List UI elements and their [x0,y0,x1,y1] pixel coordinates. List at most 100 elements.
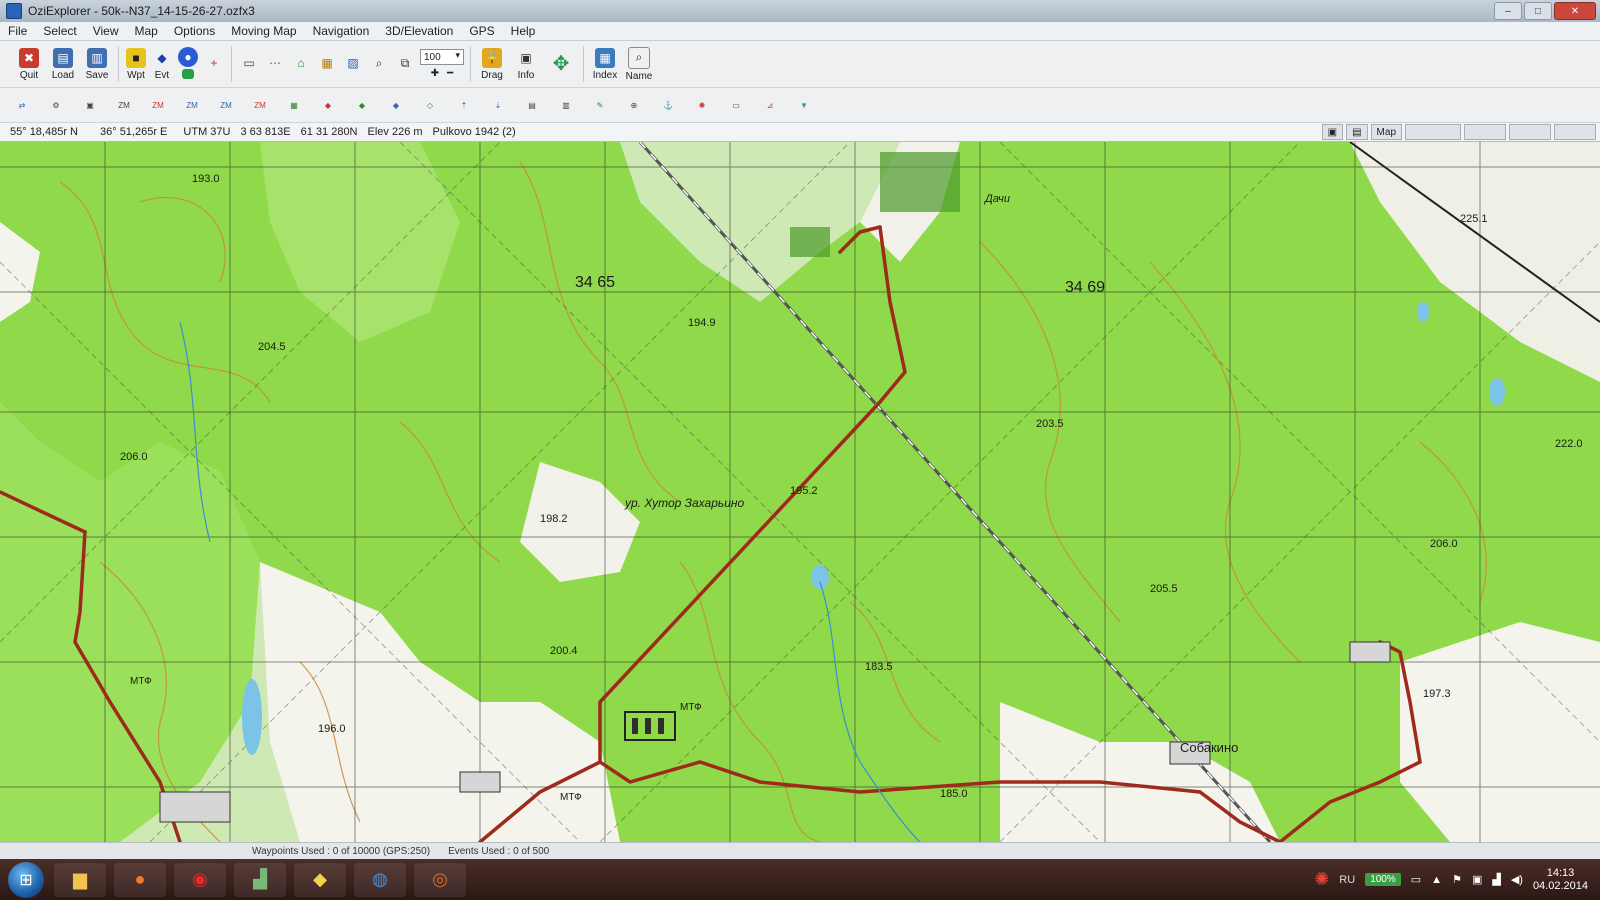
volume-icon[interactable]: ◀) [1511,873,1523,886]
index-icon: ▦ [595,47,615,68]
filter-icon[interactable]: ▼ [792,93,816,117]
route-edit-button[interactable]: ⋯ [264,43,286,85]
gps-settings-icon[interactable]: ⚙ [44,93,68,117]
waypoint-download-icon[interactable]: ⇣ [486,93,510,117]
graph-icon[interactable]: ⊿ [758,93,782,117]
opera-taskbar-item[interactable]: ◉ [174,862,226,897]
pan-control[interactable]: ✥ [545,43,577,85]
spot-height: 198.2 [540,513,568,525]
browser-taskbar-item[interactable]: ● [114,862,166,897]
battery-indicator[interactable]: 100% [1365,873,1401,886]
title-bar: OziExplorer - 50k--N37_14-15-26-27.ozfx3… [0,0,1600,22]
minimize-button[interactable]: – [1494,2,1522,20]
track-edit-button[interactable]: ⌂ [290,43,312,85]
info-button[interactable]: ▣ Info [511,43,541,85]
route-button[interactable]: ▭ [238,43,260,85]
menu-map[interactable]: Map [127,24,166,38]
close-button[interactable]: ✕ [1554,2,1596,20]
network-icon[interactable]: ▟ [1492,873,1500,886]
menu-file[interactable]: File [0,24,35,38]
topographic-map[interactable]: 34 65 34 69 193.0 204.5 206.0 198.2 195.… [0,142,1600,842]
save-button[interactable]: ▥ Save [82,43,112,85]
name-search-icon: ⌕ [628,46,650,69]
start-button[interactable]: ⊞ [8,861,44,898]
zoom-in-icon[interactable]: ✚ [431,68,439,79]
menu-select[interactable]: Select [35,24,84,38]
track-button[interactable]: + [203,43,225,85]
show-hidden-icon[interactable]: ▲ [1431,874,1442,886]
waypoint-delete-icon[interactable]: ◆ [384,93,408,117]
index-button[interactable]: ▦ Index [590,43,620,85]
tab-track[interactable] [1509,124,1551,140]
zoom-fit-icon[interactable]: ZM [248,93,272,117]
spot-height: 206.0 [120,451,148,463]
zoom-select[interactable]: 100 [420,49,464,65]
copy-button[interactable]: ⧉ [394,43,416,85]
waypoint-list-icon[interactable]: ◇ [418,93,442,117]
map-view[interactable]: 34 65 34 69 193.0 204.5 206.0 198.2 195.… [0,142,1600,842]
pencil-icon[interactable]: ✎ [588,93,612,117]
screen-icon[interactable]: ▣ [1321,124,1344,140]
menu-moving-map[interactable]: Moving Map [223,24,304,38]
spot-height: 204.5 [258,341,286,353]
zoom-200-icon[interactable]: ZM [112,93,136,117]
waypoint-move-icon[interactable]: ◆ [350,93,374,117]
zoom-full-icon[interactable]: ZM [214,93,238,117]
zoom-100-icon[interactable]: ZM [146,93,170,117]
tab-event[interactable] [1464,124,1506,140]
zoom-out-icon[interactable]: ━ [447,68,453,79]
tab-map[interactable]: Map [1370,124,1402,140]
menu-help[interactable]: Help [503,24,544,38]
quit-button[interactable]: ✖ Quit [14,43,44,85]
crosshair-icon[interactable]: ⊕ [622,93,646,117]
alarm-icon[interactable]: ✺ [690,93,714,117]
spot-height: 197.3 [1423,688,1451,700]
track-list-icon[interactable]: ▤ [520,93,544,117]
index-label: Index [592,69,618,81]
waypoint-icon: ■ [126,47,146,68]
antivirus-icon[interactable]: ✺ [1314,869,1329,890]
properties-icon[interactable]: ▭ [724,93,748,117]
find-button[interactable]: ⌕ [368,43,390,85]
flag-icon[interactable]: ⚑ [1452,873,1462,886]
load-button[interactable]: ▤ Load [48,43,78,85]
windows-logo-icon: ⊞ [19,871,33,889]
map-list-button[interactable]: ▦ [316,43,338,85]
monitor-icon[interactable]: ▤ [1346,124,1368,140]
drag-button[interactable]: 🔒 Drag [477,43,507,85]
map-window-icon[interactable]: ▣ [78,93,102,117]
media-taskbar-item[interactable]: ◎ [414,862,466,897]
maximize-button[interactable]: □ [1524,2,1552,20]
menu-navigation[interactable]: Navigation [305,24,378,38]
tab-waypoint[interactable] [1405,124,1461,140]
app-taskbar-item[interactable]: ▟ [234,862,286,897]
explorer-taskbar-item[interactable]: ▆ [54,862,106,897]
zoom-50-icon[interactable]: ZM [180,93,204,117]
place-label-dachi: Дачи [983,193,1010,205]
menu-gps[interactable]: GPS [461,24,502,38]
name-button[interactable]: ⌕ Name [624,43,654,85]
map-layers-icon[interactable]: ▦ [282,93,306,117]
language-indicator[interactable]: RU [1339,874,1355,886]
pan-arrows-icon: ✥ [552,52,570,75]
folder-icon: ▆ [73,869,87,889]
menu-view[interactable]: View [85,24,127,38]
route-list-icon[interactable]: ▥ [554,93,578,117]
oziexplorer-taskbar-item[interactable]: ◍ [354,862,406,897]
anchor-icon[interactable]: ⚓ [656,93,680,117]
gps-connect-icon[interactable]: ⇄ [10,93,34,117]
screen-icon[interactable]: ▭ [1411,873,1421,886]
menu-options[interactable]: Options [166,24,223,38]
device-icon[interactable]: ▣ [1472,873,1482,886]
map-overlay-button[interactable]: ▨ [342,43,364,85]
waypoint-button[interactable]: ■ Wpt [125,43,147,85]
waypoint-upload-icon[interactable]: ⇡ [452,93,476,117]
latitude-readout: 55° 18,485r N [10,126,78,138]
clock[interactable]: 14:13 04.02.2014 [1533,867,1588,893]
mapfeature-button[interactable]: ● [177,43,199,85]
waypoint-add-icon[interactable]: ◆ [316,93,340,117]
tab-route[interactable] [1554,124,1596,140]
event-button[interactable]: ◆ Evt [151,43,173,85]
menu-3d-elevation[interactable]: 3D/Elevation [377,24,461,38]
batman-taskbar-item[interactable]: ◆ [294,862,346,897]
